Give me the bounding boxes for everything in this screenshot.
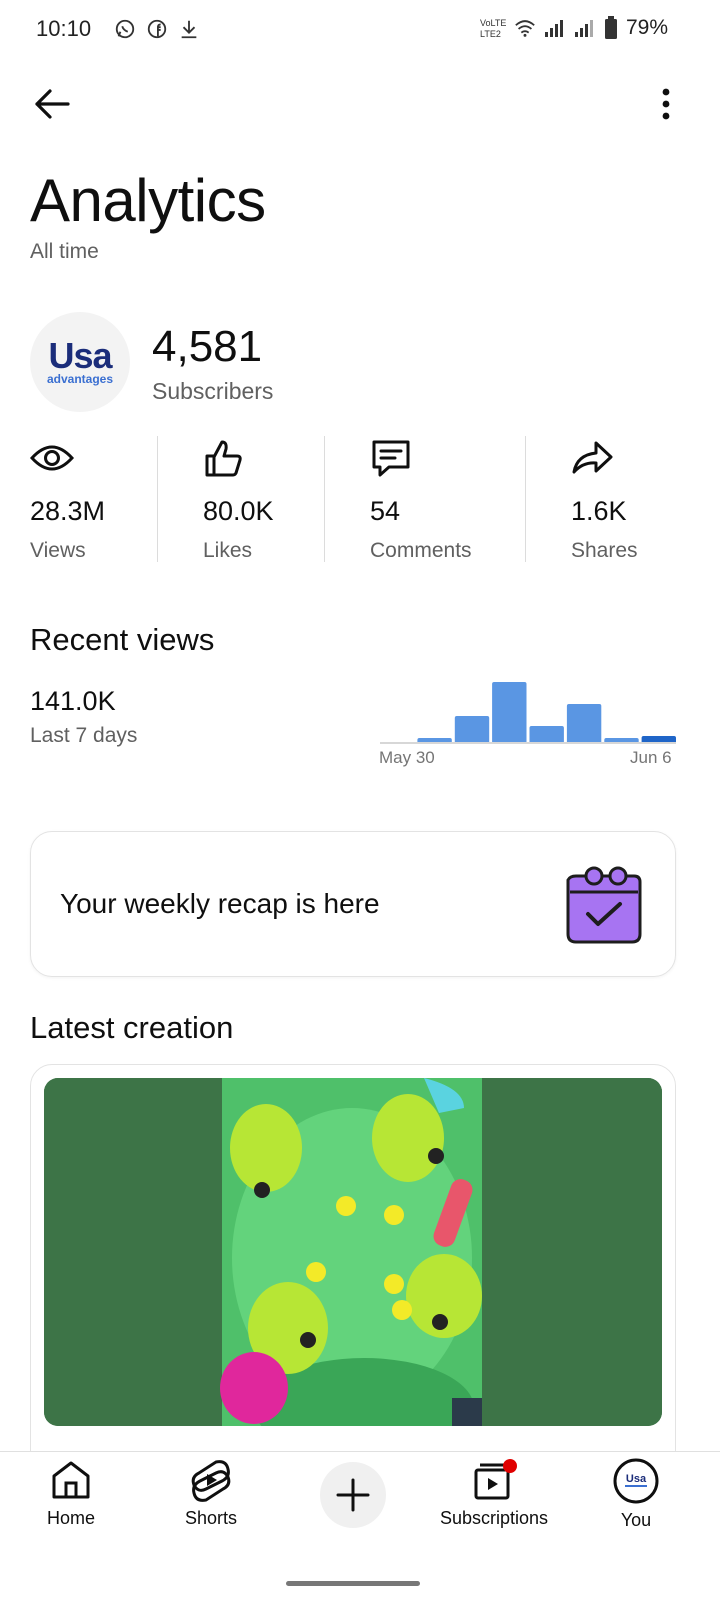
nav-label: Subscriptions xyxy=(439,1508,549,1528)
stat-label: Shares xyxy=(571,539,638,562)
avatar-icon: Usa xyxy=(613,1458,659,1504)
plus-icon xyxy=(336,1478,370,1512)
status-icons-right: VoLTE LTE2 79% xyxy=(480,16,668,40)
stat-value: 1.6K xyxy=(571,496,627,526)
divider xyxy=(157,436,158,562)
volte-icon: VoLTELTE2 xyxy=(480,18,506,39)
page-subtitle: All time xyxy=(30,240,99,263)
eye-icon xyxy=(30,445,74,471)
chart-tick-label: May 30 xyxy=(379,748,435,767)
recent-views-value: 141.0K xyxy=(30,686,116,716)
stat-value: 80.0K xyxy=(203,496,274,526)
nav-label: Shorts xyxy=(184,1508,238,1528)
you-logo-text: Usa xyxy=(626,1473,647,1485)
page-title: Analytics xyxy=(30,167,266,234)
stat-label: Comments xyxy=(370,539,472,562)
home-indicator[interactable] xyxy=(286,1581,420,1586)
video-thumbnail-image xyxy=(44,1078,662,1426)
comment-icon xyxy=(372,440,410,477)
wifi-icon xyxy=(515,20,535,37)
battery-percent: 79% xyxy=(625,16,668,39)
video-thumbnail[interactable] xyxy=(44,1078,662,1426)
chart-axis xyxy=(380,742,676,744)
download-icon xyxy=(181,20,197,39)
status-icons-left xyxy=(114,18,200,40)
battery-icon xyxy=(604,16,617,39)
divider xyxy=(324,436,325,562)
channel-logo-subtext: advantages xyxy=(46,372,114,386)
svg-text:VoLTE: VoLTE xyxy=(480,18,506,28)
create-button[interactable] xyxy=(320,1462,386,1528)
stat-views: 28.3M Views xyxy=(30,436,105,562)
weekly-recap-text: Your weekly recap is here xyxy=(60,888,380,919)
nav-shorts[interactable]: Shorts xyxy=(141,1458,281,1529)
calendar-check-icon xyxy=(566,866,642,944)
status-time: 10:10 xyxy=(36,16,92,41)
nav-you[interactable]: Usa You xyxy=(566,1458,706,1531)
chart-bar xyxy=(566,704,602,744)
shorts-icon xyxy=(191,1460,231,1502)
nav-home[interactable]: Home xyxy=(1,1458,141,1529)
more-vert-icon xyxy=(662,88,670,120)
recent-views-label: Last 7 days xyxy=(30,724,138,747)
whatsapp-icon xyxy=(115,19,135,39)
chart-tick-label: Jun 6 xyxy=(630,748,672,767)
arrow-left-icon xyxy=(35,89,70,119)
chart-bar xyxy=(454,716,490,744)
latest-creation-title: Latest creation xyxy=(30,1010,234,1045)
chart-bar xyxy=(492,682,527,744)
signal-icon xyxy=(574,20,593,37)
stat-label: Likes xyxy=(203,539,253,562)
stat-value: 28.3M xyxy=(30,496,106,526)
stat-label: Views xyxy=(30,539,86,562)
facebook-icon xyxy=(147,19,167,39)
recent-views-chart[interactable] xyxy=(380,678,676,744)
subscriptions-icon xyxy=(474,1459,517,1500)
nav-subscriptions[interactable]: Subscriptions xyxy=(424,1458,564,1529)
back-button[interactable] xyxy=(30,82,74,126)
channel-avatar[interactable]: Usa advantages xyxy=(30,312,130,412)
stat-comments: 54 Comments xyxy=(370,436,472,562)
recent-views-title: Recent views xyxy=(30,622,215,657)
divider xyxy=(525,436,526,562)
signal-icon xyxy=(544,20,563,37)
subscriber-label: Subscribers xyxy=(152,378,274,404)
nav-label: You xyxy=(620,1510,652,1530)
nav-label: Home xyxy=(46,1508,95,1528)
stat-shares: 1.6K Shares xyxy=(571,436,638,562)
svg-text:LTE2: LTE2 xyxy=(480,29,501,39)
subscriber-count: 4,581 xyxy=(152,322,263,371)
thumbs-up-icon xyxy=(205,440,242,477)
home-icon xyxy=(52,1461,90,1499)
more-options-button[interactable] xyxy=(644,82,688,126)
stat-likes: 80.0K Likes xyxy=(203,436,274,562)
channel-logo-text: Usa xyxy=(48,335,112,376)
share-icon xyxy=(572,441,613,474)
stat-value: 54 xyxy=(370,496,401,526)
